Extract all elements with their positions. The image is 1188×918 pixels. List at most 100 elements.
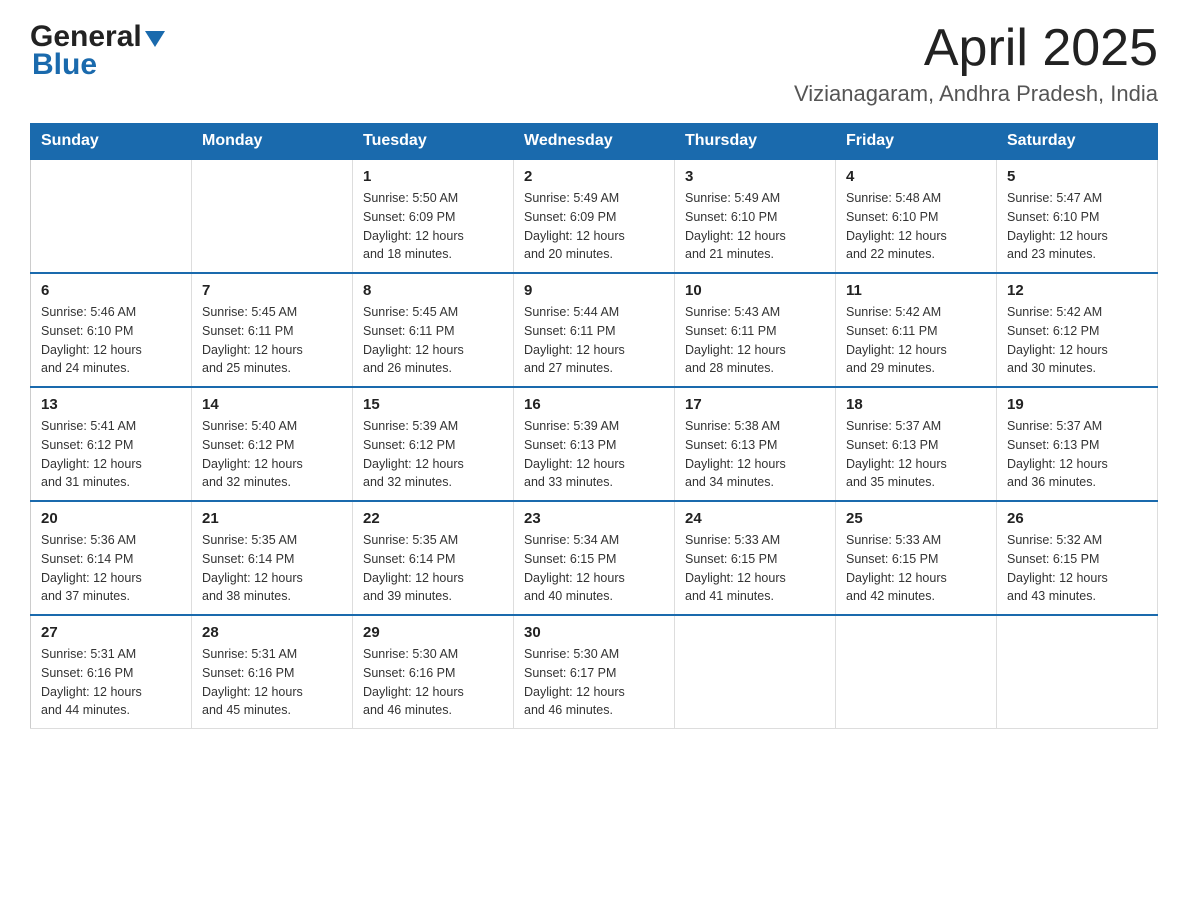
- day-info: Sunrise: 5:35 AM Sunset: 6:14 PM Dayligh…: [363, 531, 503, 606]
- calendar-cell: 28 Sunrise: 5:31 AM Sunset: 6:16 PM Dayli…: [192, 615, 353, 729]
- calendar-week-row: 27 Sunrise: 5:31 AM Sunset: 6:16 PM Dayli…: [31, 615, 1158, 729]
- calendar-cell: 12 Sunrise: 5:42 AM Sunset: 6:12 PM Dayli…: [997, 273, 1158, 387]
- day-number: 18: [846, 396, 986, 413]
- day-info: Sunrise: 5:45 AM Sunset: 6:11 PM Dayligh…: [363, 303, 503, 378]
- calendar-cell: 18Sunrise: 5:37 AM Sunset: 6:13 PM Dayli…: [836, 387, 997, 501]
- calendar-header-row: SundayMondayTuesdayWednesdayThursdayFrid…: [31, 124, 1158, 160]
- day-info: Sunrise: 5:31 AM Sunset: 6:16 PM Dayligh…: [202, 645, 342, 720]
- day-info: Sunrise: 5:46 AM Sunset: 6:10 PM Dayligh…: [41, 303, 181, 378]
- day-info: Sunrise: 5:33 AM Sunset: 6:15 PM Dayligh…: [846, 531, 986, 606]
- calendar-cell: 26Sunrise: 5:32 AM Sunset: 6:15 PM Dayli…: [997, 501, 1158, 615]
- day-info: Sunrise: 5:42 AM Sunset: 6:12 PM Dayligh…: [1007, 303, 1147, 378]
- day-info: Sunrise: 5:47 AM Sunset: 6:10 PM Dayligh…: [1007, 189, 1147, 264]
- day-number: 16: [524, 396, 664, 413]
- calendar-cell: 13Sunrise: 5:41 AM Sunset: 6:12 PM Dayli…: [31, 387, 192, 501]
- day-info: Sunrise: 5:44 AM Sunset: 6:11 PM Dayligh…: [524, 303, 664, 378]
- location-text: Vizianagaram, Andhra Pradesh, India: [794, 81, 1158, 107]
- calendar-cell: 11Sunrise: 5:42 AM Sunset: 6:11 PM Dayli…: [836, 273, 997, 387]
- day-number: 13: [41, 396, 181, 413]
- calendar-header-saturday: Saturday: [997, 124, 1158, 160]
- calendar-cell: 10 Sunrise: 5:43 AM Sunset: 6:11 PM Dayli…: [675, 273, 836, 387]
- calendar-header-wednesday: Wednesday: [514, 124, 675, 160]
- day-info: Sunrise: 5:49 AM Sunset: 6:09 PM Dayligh…: [524, 189, 664, 264]
- calendar-cell: [31, 159, 192, 273]
- day-number: 15: [363, 396, 503, 413]
- day-number: 25: [846, 510, 986, 527]
- day-number: 12: [1007, 282, 1147, 299]
- day-number: 7: [202, 282, 342, 299]
- day-info: Sunrise: 5:42 AM Sunset: 6:11 PM Dayligh…: [846, 303, 986, 378]
- calendar-cell: 25 Sunrise: 5:33 AM Sunset: 6:15 PM Dayli…: [836, 501, 997, 615]
- day-number: 21: [202, 510, 342, 527]
- day-info: Sunrise: 5:33 AM Sunset: 6:15 PM Dayligh…: [685, 531, 825, 606]
- day-number: 19: [1007, 396, 1147, 413]
- day-number: 28: [202, 624, 342, 641]
- calendar-table: SundayMondayTuesdayWednesdayThursdayFrid…: [30, 123, 1158, 729]
- day-info: Sunrise: 5:48 AM Sunset: 6:10 PM Dayligh…: [846, 189, 986, 264]
- calendar-cell: 8 Sunrise: 5:45 AM Sunset: 6:11 PM Daylig…: [353, 273, 514, 387]
- day-number: 14: [202, 396, 342, 413]
- day-number: 2: [524, 168, 664, 185]
- day-number: 9: [524, 282, 664, 299]
- calendar-week-row: 20 Sunrise: 5:36 AM Sunset: 6:14 PM Dayli…: [31, 501, 1158, 615]
- day-info: Sunrise: 5:45 AM Sunset: 6:11 PM Dayligh…: [202, 303, 342, 378]
- logo-arrow-icon: [145, 31, 165, 52]
- logo-blue-text: Blue: [32, 48, 97, 82]
- day-info: Sunrise: 5:30 AM Sunset: 6:17 PM Dayligh…: [524, 645, 664, 720]
- calendar-cell: 14 Sunrise: 5:40 AM Sunset: 6:12 PM Dayli…: [192, 387, 353, 501]
- calendar-cell: 7 Sunrise: 5:45 AM Sunset: 6:11 PM Daylig…: [192, 273, 353, 387]
- calendar-cell: 9 Sunrise: 5:44 AM Sunset: 6:11 PM Daylig…: [514, 273, 675, 387]
- calendar-cell: 4 Sunrise: 5:48 AM Sunset: 6:10 PM Daylig…: [836, 159, 997, 273]
- day-info: Sunrise: 5:35 AM Sunset: 6:14 PM Dayligh…: [202, 531, 342, 606]
- calendar-cell: 1Sunrise: 5:50 AM Sunset: 6:09 PM Daylig…: [353, 159, 514, 273]
- calendar-cell: 23 Sunrise: 5:34 AM Sunset: 6:15 PM Dayli…: [514, 501, 675, 615]
- day-info: Sunrise: 5:43 AM Sunset: 6:11 PM Dayligh…: [685, 303, 825, 378]
- calendar-cell: 22 Sunrise: 5:35 AM Sunset: 6:14 PM Dayli…: [353, 501, 514, 615]
- calendar-cell: 19 Sunrise: 5:37 AM Sunset: 6:13 PM Dayli…: [997, 387, 1158, 501]
- calendar-week-row: 6 Sunrise: 5:46 AM Sunset: 6:10 PM Daylig…: [31, 273, 1158, 387]
- day-info: Sunrise: 5:30 AM Sunset: 6:16 PM Dayligh…: [363, 645, 503, 720]
- calendar-cell: 2 Sunrise: 5:49 AM Sunset: 6:09 PM Daylig…: [514, 159, 675, 273]
- calendar-cell: 16Sunrise: 5:39 AM Sunset: 6:13 PM Dayli…: [514, 387, 675, 501]
- calendar-cell: 20 Sunrise: 5:36 AM Sunset: 6:14 PM Dayli…: [31, 501, 192, 615]
- calendar-cell: [836, 615, 997, 729]
- day-number: 17: [685, 396, 825, 413]
- calendar-cell: 27 Sunrise: 5:31 AM Sunset: 6:16 PM Dayli…: [31, 615, 192, 729]
- day-number: 23: [524, 510, 664, 527]
- calendar-header-thursday: Thursday: [675, 124, 836, 160]
- calendar-cell: 3Sunrise: 5:49 AM Sunset: 6:10 PM Daylig…: [675, 159, 836, 273]
- calendar-header-monday: Monday: [192, 124, 353, 160]
- day-number: 20: [41, 510, 181, 527]
- calendar-cell: 21 Sunrise: 5:35 AM Sunset: 6:14 PM Dayli…: [192, 501, 353, 615]
- calendar-cell: [675, 615, 836, 729]
- logo: General Blue: [30, 20, 165, 82]
- day-number: 24: [685, 510, 825, 527]
- day-number: 29: [363, 624, 503, 641]
- day-number: 10: [685, 282, 825, 299]
- calendar-cell: [997, 615, 1158, 729]
- calendar-header-sunday: Sunday: [31, 124, 192, 160]
- day-info: Sunrise: 5:50 AM Sunset: 6:09 PM Dayligh…: [363, 189, 503, 264]
- month-title: April 2025: [794, 20, 1158, 77]
- day-number: 30: [524, 624, 664, 641]
- title-section: April 2025 Vizianagaram, Andhra Pradesh,…: [794, 20, 1158, 107]
- calendar-cell: 29 Sunrise: 5:30 AM Sunset: 6:16 PM Dayli…: [353, 615, 514, 729]
- calendar-header-tuesday: Tuesday: [353, 124, 514, 160]
- day-number: 4: [846, 168, 986, 185]
- calendar-cell: 24 Sunrise: 5:33 AM Sunset: 6:15 PM Dayli…: [675, 501, 836, 615]
- day-number: 27: [41, 624, 181, 641]
- calendar-cell: [192, 159, 353, 273]
- day-info: Sunrise: 5:40 AM Sunset: 6:12 PM Dayligh…: [202, 417, 342, 492]
- day-number: 8: [363, 282, 503, 299]
- calendar-header-friday: Friday: [836, 124, 997, 160]
- day-info: Sunrise: 5:36 AM Sunset: 6:14 PM Dayligh…: [41, 531, 181, 606]
- day-info: Sunrise: 5:34 AM Sunset: 6:15 PM Dayligh…: [524, 531, 664, 606]
- day-info: Sunrise: 5:37 AM Sunset: 6:13 PM Dayligh…: [1007, 417, 1147, 492]
- day-number: 6: [41, 282, 181, 299]
- day-number: 5: [1007, 168, 1147, 185]
- calendar-cell: 30 Sunrise: 5:30 AM Sunset: 6:17 PM Dayli…: [514, 615, 675, 729]
- calendar-cell: 17Sunrise: 5:38 AM Sunset: 6:13 PM Dayli…: [675, 387, 836, 501]
- day-info: Sunrise: 5:31 AM Sunset: 6:16 PM Dayligh…: [41, 645, 181, 720]
- day-number: 22: [363, 510, 503, 527]
- calendar-cell: 15Sunrise: 5:39 AM Sunset: 6:12 PM Dayli…: [353, 387, 514, 501]
